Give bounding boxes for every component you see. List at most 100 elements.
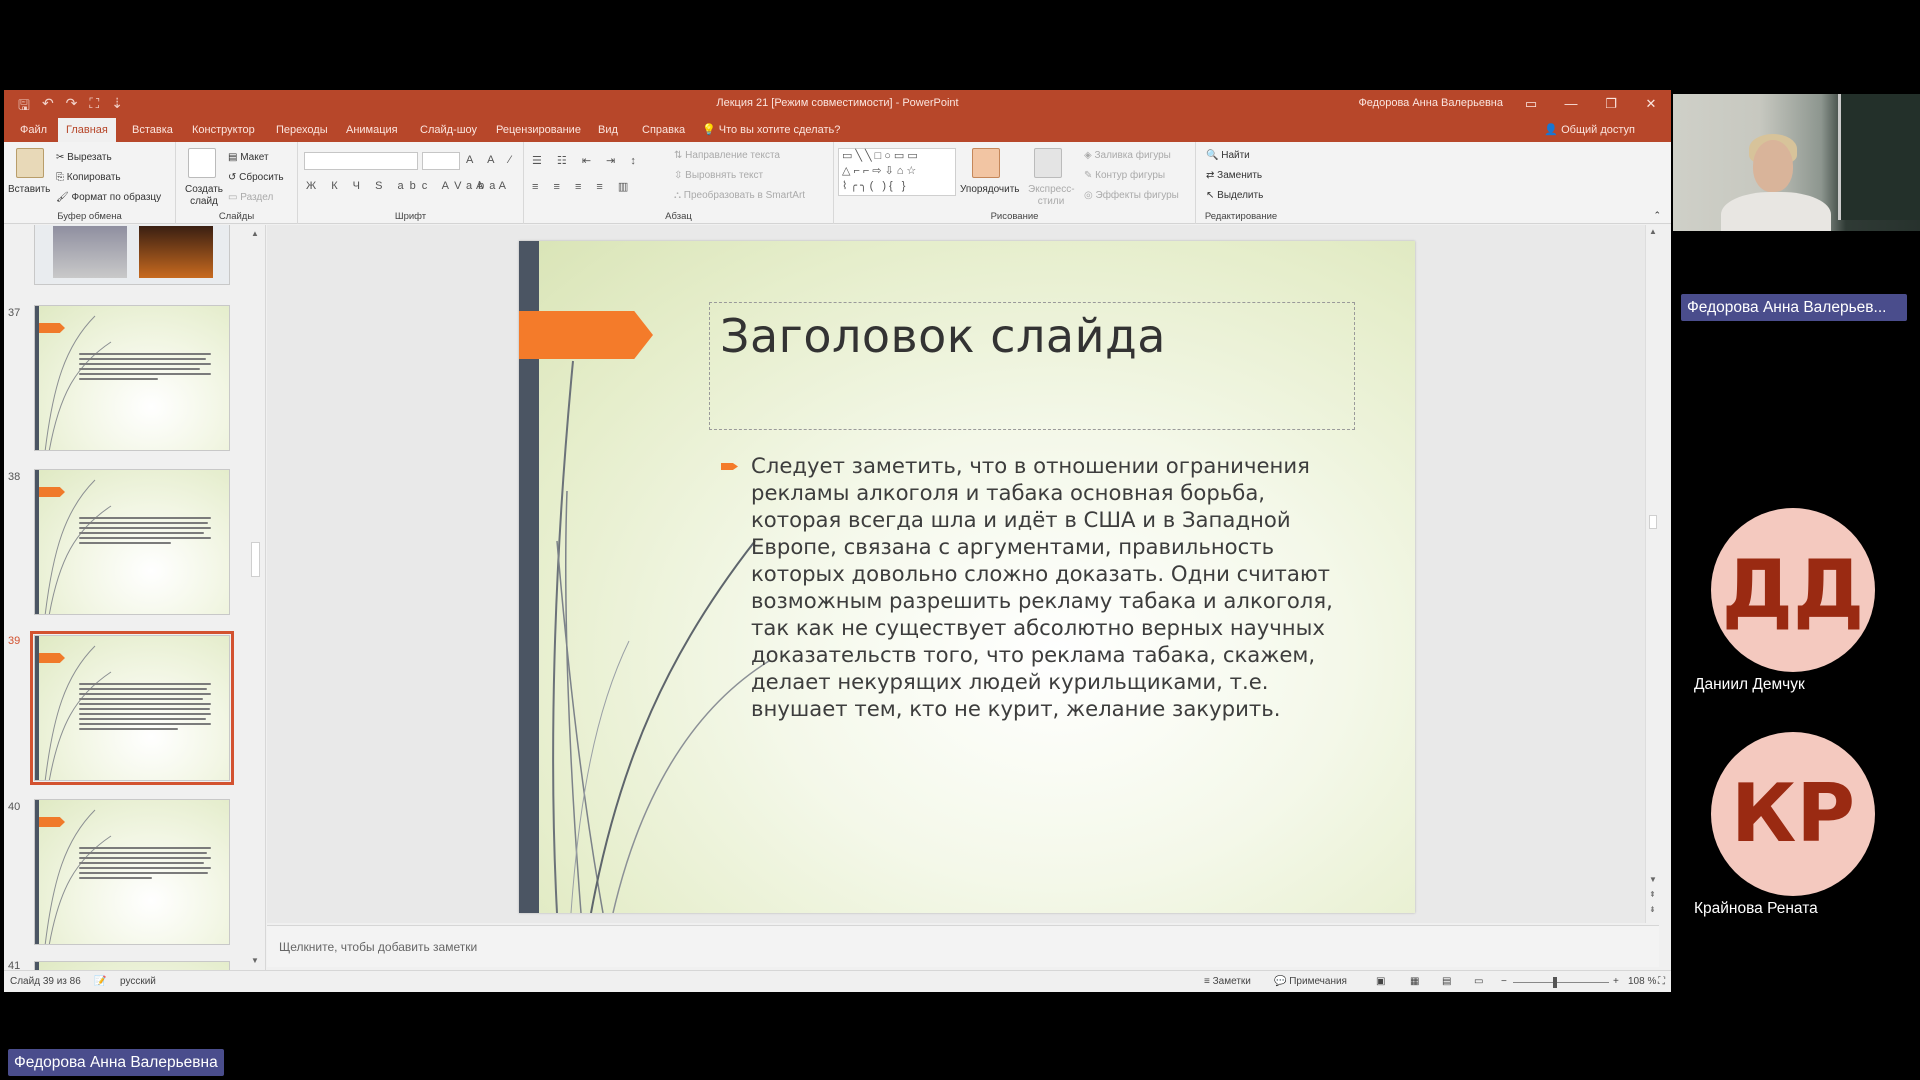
text-direction-label: Направление текста: [685, 150, 780, 161]
scroll-down-icon[interactable]: ▼: [251, 956, 259, 965]
previous-slide-icon[interactable]: ⇞: [1649, 890, 1656, 899]
new-slide-button[interactable]: Создать слайд: [184, 184, 224, 208]
tell-me-search[interactable]: 💡 Что вы хотите сделать?: [702, 118, 840, 142]
ribbon-display-options-icon[interactable]: ▭: [1511, 90, 1551, 118]
lightbulb-icon: 💡: [702, 124, 716, 136]
slide-title[interactable]: Заголовок слайда: [720, 309, 1166, 363]
font-grow-shrink-icons[interactable]: A A ⁄: [466, 154, 517, 166]
tab-help[interactable]: Справка: [634, 118, 693, 142]
scroll-up-icon[interactable]: ▲: [1649, 227, 1657, 236]
font-color-icons[interactable]: ab A: [466, 180, 512, 192]
align-text-button[interactable]: ⇳ Выровнять текст: [674, 170, 763, 181]
replace-button[interactable]: ⇄ Заменить: [1206, 170, 1262, 181]
title-bar: 🖫 ↶ ↷ ⛶ ⇣ Лекция 21 [Режим совместимости…: [4, 90, 1671, 118]
paste-button[interactable]: Вставить: [8, 184, 50, 195]
fit-to-window-icon[interactable]: ⛶: [1658, 976, 1665, 987]
layout-button[interactable]: ▤ Макет: [228, 152, 269, 163]
slideshow-view-icon[interactable]: ▭: [1474, 976, 1483, 987]
slide-sorter-icon[interactable]: ▦: [1410, 976, 1419, 987]
tab-transitions[interactable]: Переходы: [268, 118, 336, 142]
format-painter-label: Формат по образцу: [71, 192, 162, 203]
title-placeholder[interactable]: Заголовок слайда: [709, 302, 1355, 430]
font-size-combo[interactable]: [422, 152, 460, 170]
tab-insert[interactable]: Вставка: [124, 118, 181, 142]
signed-in-user[interactable]: Федорова Анна Валерьевна: [1358, 97, 1503, 109]
thumbnails-scrollbar[interactable]: ▲ ▼: [249, 229, 261, 965]
next-slide-icon[interactable]: ⇟: [1649, 905, 1656, 914]
shape-effects-button[interactable]: ◎ Эффекты фигуры: [1084, 190, 1179, 201]
share-button[interactable]: 👤 Общий доступ: [1544, 118, 1635, 142]
new-slide-icon[interactable]: [188, 148, 216, 178]
quick-styles-button[interactable]: Экспресс-стили: [1028, 184, 1075, 208]
notes-toggle-label: Заметки: [1212, 976, 1251, 987]
reset-button[interactable]: ↺ Сбросить: [228, 172, 284, 183]
slide-thumbnail-40[interactable]: [34, 799, 230, 945]
notes-placeholder[interactable]: Щелкните, чтобы добавить заметки: [279, 940, 477, 954]
shape-fill-button[interactable]: ◈ Заливка фигуры: [1084, 150, 1171, 161]
tab-view[interactable]: Вид: [590, 118, 626, 142]
shape-outline-button[interactable]: ✎ Контур фигуры: [1084, 170, 1165, 181]
tab-design[interactable]: Конструктор: [184, 118, 263, 142]
scroll-down-icon[interactable]: ▼: [1649, 875, 1657, 884]
notes-pane[interactable]: Щелкните, чтобы добавить заметки: [267, 925, 1659, 967]
comments-button[interactable]: 💬 Примечания: [1274, 976, 1347, 987]
copy-label: Копировать: [66, 172, 121, 183]
scrollbar-thumb[interactable]: [251, 542, 260, 577]
find-button[interactable]: 🔍 Найти: [1206, 150, 1250, 161]
paste-icon[interactable]: [16, 148, 44, 178]
copy-button[interactable]: ⎘ Копировать: [56, 172, 121, 183]
reading-view-icon[interactable]: ▤: [1442, 976, 1451, 987]
restore-button[interactable]: ❐: [1591, 90, 1631, 118]
zoom-level[interactable]: 108 %: [1628, 976, 1656, 987]
scroll-up-icon[interactable]: ▲: [251, 229, 259, 238]
format-painter-button[interactable]: 🖌 Формат по образцу: [56, 192, 161, 203]
tab-slideshow[interactable]: Слайд-шоу: [412, 118, 485, 142]
minimize-button[interactable]: —: [1551, 90, 1591, 118]
shapes-gallery[interactable]: ▭╲╲□○▭▭ △⌐⌐⇨⇩⌂☆ ⌇╭╮( ){ }: [838, 148, 956, 196]
notes-toggle-button[interactable]: ≡ Заметки: [1204, 976, 1251, 987]
tab-animations[interactable]: Анимация: [338, 118, 406, 142]
zoom-in-icon[interactable]: +: [1613, 976, 1619, 987]
section-button[interactable]: ▭ Раздел: [228, 192, 273, 203]
zoom-out-icon[interactable]: −: [1501, 976, 1507, 987]
scrollbar-thumb[interactable]: [1649, 515, 1657, 529]
slide-thumbnail-38[interactable]: [34, 469, 230, 615]
tab-file[interactable]: Файл: [12, 118, 55, 142]
thumbnail-text: [79, 680, 211, 733]
current-slide[interactable]: Заголовок слайда Следует заметить, что в…: [519, 241, 1415, 913]
align-icons[interactable]: ≡ ≡ ≡ ≡ ▥: [532, 180, 634, 193]
participant-avatar[interactable]: ДД: [1711, 508, 1875, 672]
slide-scrollbar[interactable]: ▲ ▼ ⇞ ⇟: [1645, 225, 1659, 923]
slide-thumbnail-41[interactable]: [34, 961, 230, 970]
editing-group-label: Редактирование: [1204, 211, 1278, 222]
close-button[interactable]: ✕: [1631, 90, 1671, 118]
quick-styles-icon[interactable]: [1034, 148, 1062, 178]
zoom-slider[interactable]: [1513, 982, 1609, 983]
language-indicator[interactable]: русский: [120, 976, 156, 987]
zoom-slider-thumb[interactable]: [1553, 977, 1557, 988]
slide-thumbnail-37[interactable]: [34, 305, 230, 451]
arrange-icon[interactable]: [972, 148, 1000, 178]
cut-button[interactable]: ✂ Вырезать: [56, 152, 112, 163]
convert-smartart-button[interactable]: ⛬ Преобразовать в SmartArt: [674, 190, 805, 201]
tab-home[interactable]: Главная: [58, 118, 116, 142]
tab-review[interactable]: Рецензирование: [488, 118, 589, 142]
spellcheck-icon[interactable]: 📝: [94, 976, 106, 987]
collapse-ribbon-icon[interactable]: ⌃: [1653, 210, 1661, 221]
slide-body-text[interactable]: Следует заметить, что в отношении ограни…: [751, 452, 1351, 722]
tell-me-text: Что вы хотите сделать?: [718, 124, 841, 136]
select-button[interactable]: ↖ Выделить: [1206, 190, 1263, 201]
slide-thumbnail-39[interactable]: [30, 631, 234, 785]
list-icons[interactable]: ☰ ☷ ⇤ ⇥ ↕: [532, 154, 642, 167]
slide-number: 41: [8, 960, 21, 970]
text-direction-button[interactable]: ⇅ Направление текста: [674, 150, 780, 161]
shape-fill-label: Заливка фигуры: [1094, 150, 1171, 161]
arrange-button[interactable]: Упорядочить: [960, 184, 1020, 195]
screen-share-name-badge: Федорова Анна Валерьевна: [8, 1049, 224, 1076]
share-label: Общий доступ: [1561, 124, 1635, 136]
slide-editing-area: Заголовок слайда Следует заметить, что в…: [267, 225, 1659, 923]
slide-thumbnail-36[interactable]: [34, 225, 230, 285]
normal-view-icon[interactable]: ▣: [1376, 976, 1385, 987]
participant-avatar[interactable]: КР: [1711, 732, 1875, 896]
font-name-combo[interactable]: [304, 152, 418, 170]
